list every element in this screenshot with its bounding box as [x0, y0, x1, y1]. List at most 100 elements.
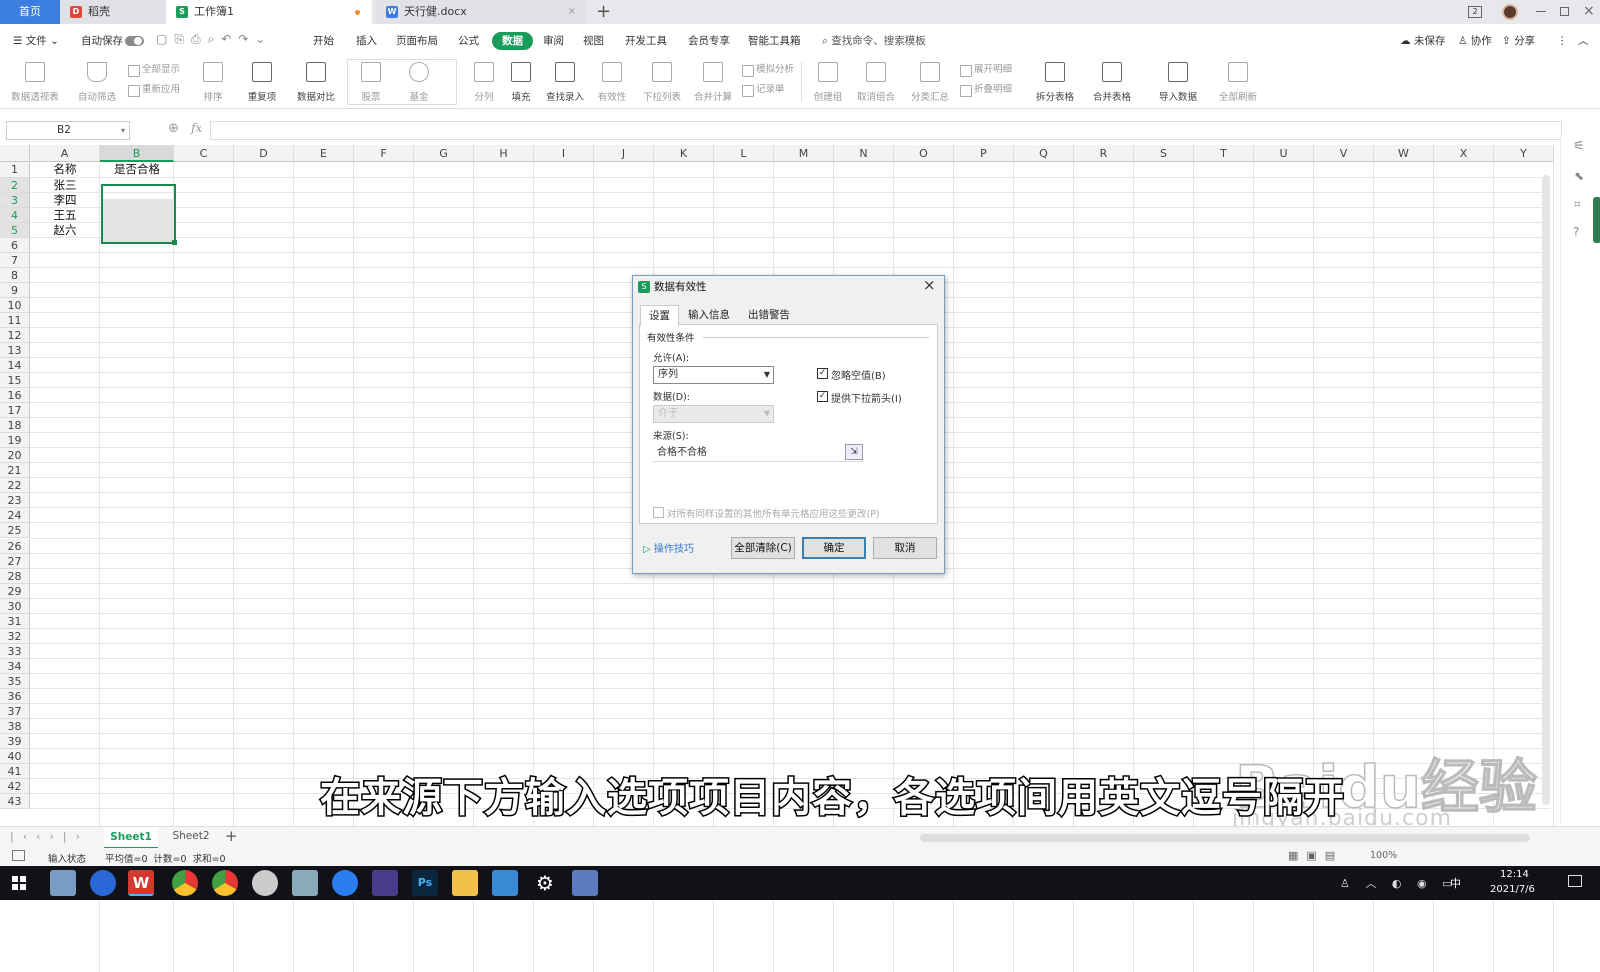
new-tab-icon[interactable]: + — [596, 1, 611, 23]
row-header-8[interactable]: 8 — [0, 267, 30, 283]
windows-start-icon[interactable] — [12, 876, 26, 890]
tab-settings[interactable]: 设置 — [640, 305, 679, 326]
selection-range[interactable] — [101, 184, 176, 244]
pointer-icon[interactable]: ⬉ — [1574, 169, 1584, 183]
column-header-B[interactable]: B — [100, 145, 174, 162]
chrome-icon[interactable] — [172, 870, 198, 896]
tab-document[interactable]: W 天行健.docx × — [376, 0, 586, 24]
tab-docer[interactable]: D 稻壳 — [60, 0, 166, 24]
column-header-R[interactable]: R — [1074, 145, 1134, 162]
row-header-37[interactable]: 37 — [0, 704, 30, 720]
vertical-scrollbar[interactable] — [1542, 175, 1550, 805]
fx-icon[interactable]: fx — [191, 121, 202, 135]
ok-button[interactable]: 确定 — [802, 537, 866, 559]
cell-A2[interactable]: 张三 — [30, 178, 100, 193]
row-header-39[interactable]: 39 — [0, 734, 30, 750]
window-count-icon[interactable]: 2 — [1468, 6, 1482, 18]
row-header-7[interactable]: 7 — [0, 252, 30, 268]
column-header-K[interactable]: K — [654, 145, 714, 162]
cancel-button[interactable]: 取消 — [873, 537, 937, 559]
row-header-26[interactable]: 26 — [0, 538, 30, 554]
row-header-1[interactable]: 1 — [0, 162, 30, 178]
tab-error-alert[interactable]: 出错警告 — [740, 305, 798, 325]
column-header-W[interactable]: W — [1374, 145, 1434, 162]
validation-button[interactable]: 有效性 — [592, 60, 632, 106]
dropdown-list-button[interactable]: 下拉列表 — [638, 60, 686, 106]
zoom-formula-icon[interactable]: ⊕ — [168, 121, 179, 136]
row-header-2[interactable]: 2 — [0, 177, 30, 193]
row-header-30[interactable]: 30 — [0, 598, 30, 614]
dialog-close-icon[interactable]: × — [923, 276, 936, 294]
row-header-3[interactable]: 3 — [0, 192, 30, 208]
menu-data[interactable]: 数据 — [492, 32, 533, 50]
column-header-V[interactable]: V — [1314, 145, 1374, 162]
row-header-9[interactable]: 9 — [0, 282, 30, 298]
menu-insert[interactable]: 插入 — [356, 32, 377, 50]
notepad-icon[interactable] — [50, 870, 76, 896]
fill-handle[interactable] — [172, 240, 177, 245]
column-header-Y[interactable]: Y — [1494, 145, 1554, 162]
stock-button[interactable]: 股票 — [352, 60, 390, 106]
settings-panel-icon[interactable]: ⚟ — [1573, 139, 1585, 154]
row-header-28[interactable]: 28 — [0, 568, 30, 584]
row-header-29[interactable]: 29 — [0, 583, 30, 599]
column-header-U[interactable]: U — [1254, 145, 1314, 162]
clock-date[interactable]: 2021/7/6 — [1490, 884, 1535, 895]
select-all-corner[interactable] — [0, 145, 30, 162]
column-header-A[interactable]: A — [30, 145, 100, 162]
column-header-N[interactable]: N — [834, 145, 894, 162]
zoom-level[interactable]: 100% — [1370, 850, 1397, 861]
add-sheet-icon[interactable]: + — [225, 827, 238, 845]
menu-review[interactable]: 审阅 — [543, 32, 564, 50]
media-player-icon[interactable] — [372, 870, 398, 896]
minimize-icon[interactable] — [1536, 11, 1546, 12]
source-input[interactable]: 合格不合格 — [653, 444, 863, 462]
auto-filter-button[interactable]: 自动筛选 — [72, 60, 122, 106]
ungroup-button[interactable]: 取消组合 — [852, 60, 900, 106]
subtotal-button[interactable]: 分类汇总 — [908, 60, 952, 106]
screen-app-icon[interactable] — [492, 870, 518, 896]
menu-developer[interactable]: 开发工具 — [625, 32, 667, 50]
column-header-J[interactable]: J — [594, 145, 654, 162]
consolidate-button[interactable]: 合并计算 — [690, 60, 736, 106]
row-header-40[interactable]: 40 — [0, 749, 30, 765]
cell-A1[interactable]: 名称 — [30, 162, 100, 178]
row-header-43[interactable]: 43 — [0, 794, 30, 810]
column-header-E[interactable]: E — [294, 145, 354, 162]
autosave-toggle[interactable] — [125, 36, 144, 46]
what-if-button[interactable]: 模拟分析 — [740, 62, 794, 78]
group-button[interactable]: 创建组 — [808, 60, 848, 106]
ignore-blank-checkbox[interactable]: ✓ — [817, 368, 828, 379]
macro-record-icon[interactable] — [12, 850, 25, 861]
row-header-17[interactable]: 17 — [0, 403, 30, 419]
column-header-X[interactable]: X — [1434, 145, 1494, 162]
fund-button[interactable]: 基金 — [400, 60, 438, 106]
tab-home[interactable]: 首页 — [0, 0, 60, 24]
triangle-app-icon[interactable] — [332, 870, 358, 896]
menu-start[interactable]: 开始 — [313, 32, 334, 50]
notification-icon[interactable] — [1568, 875, 1582, 887]
sidebar-handle[interactable] — [1593, 197, 1600, 243]
row-header-35[interactable]: 35 — [0, 673, 30, 689]
app-misc-icon[interactable] — [572, 870, 598, 896]
ime-indicator[interactable]: 中 — [1450, 875, 1461, 891]
wps-icon[interactable]: W — [128, 870, 154, 896]
help-icon[interactable]: ? — [1573, 225, 1579, 239]
row-header-5[interactable]: 5 — [0, 222, 30, 238]
data-select[interactable]: 介于 ▼ — [653, 405, 774, 423]
cell-A5[interactable]: 赵六 — [30, 223, 100, 238]
reapply-button[interactable]: 重新应用 — [126, 82, 180, 98]
apply-all-checkbox[interactable] — [653, 507, 664, 518]
column-header-I[interactable]: I — [534, 145, 594, 162]
row-header-20[interactable]: 20 — [0, 448, 30, 464]
cell-A3[interactable]: 李四 — [30, 193, 100, 208]
column-header-H[interactable]: H — [474, 145, 534, 162]
row-header-41[interactable]: 41 — [0, 764, 30, 780]
range-picker-icon[interactable]: ⇲ — [845, 444, 863, 460]
menu-page-layout[interactable]: 页面布局 — [396, 32, 438, 50]
tips-link[interactable]: ▷ 操作技巧 — [643, 540, 694, 555]
row-header-19[interactable]: 19 — [0, 433, 30, 449]
row-header-4[interactable]: 4 — [0, 207, 30, 223]
row-header-32[interactable]: 32 — [0, 628, 30, 644]
column-header-D[interactable]: D — [234, 145, 294, 162]
